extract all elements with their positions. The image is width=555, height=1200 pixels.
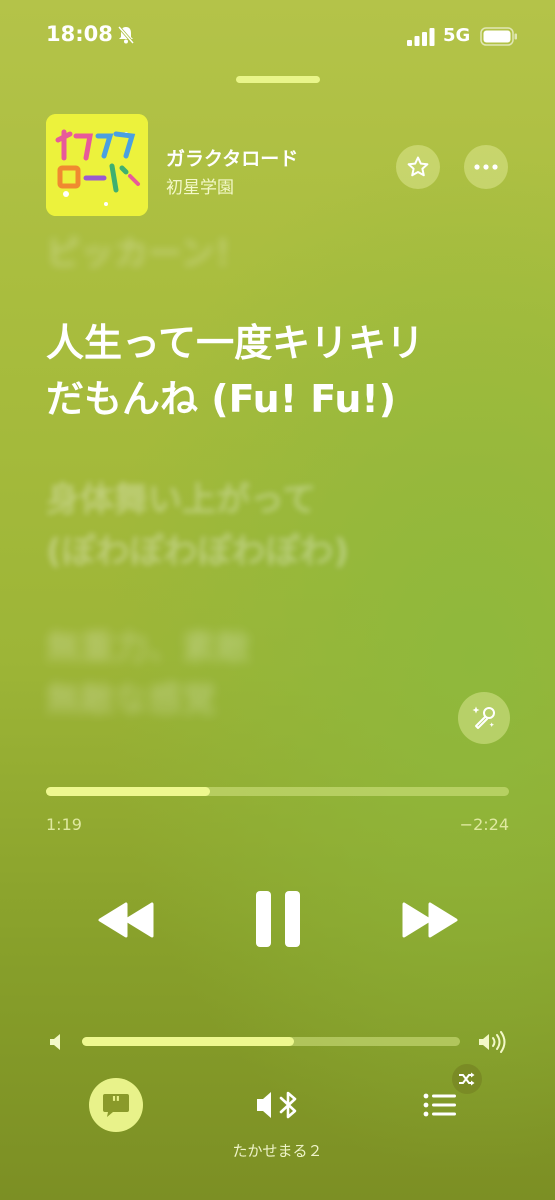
output-device-name: たかせまる２ (232, 1142, 323, 1160)
sheet-grabber[interactable] (236, 76, 320, 83)
lyric-line-current[interactable]: 人生って一度キリキリ だもんね (Fu! Fu!) (46, 315, 516, 427)
album-artwork-image (46, 114, 148, 216)
fast-forward-button[interactable] (400, 898, 460, 942)
track-artist[interactable]: 初星学園 (166, 173, 234, 198)
ellipsis-icon (474, 164, 498, 170)
svg-text:": " (111, 1093, 120, 1114)
shuffle-status-badge (452, 1064, 482, 1094)
volume-low-icon (50, 1034, 60, 1050)
lyrics-button[interactable]: " (89, 1078, 143, 1132)
lyric-line-previous[interactable]: ピッカーン！ (46, 226, 248, 275)
network-type: 5G (443, 25, 471, 46)
rewind-button[interactable] (96, 898, 156, 942)
cellular-signal-icon (407, 28, 435, 46)
lyric-upcoming-text-1: 無重力、素敵 (46, 628, 250, 668)
pause-button[interactable] (254, 889, 302, 949)
lyric-next-text-1: 身体舞い上がって (46, 480, 317, 520)
lyric-upcoming-text-2: 無敵な感覚 (46, 680, 216, 720)
lyric-current-text-2: だもんね (Fu! Fu!) (46, 377, 397, 421)
shuffle-icon (459, 1072, 475, 1086)
elapsed-time: 1:19 (46, 815, 82, 834)
album-artwork[interactable] (46, 114, 148, 216)
remaining-time: −2:24 (459, 815, 509, 834)
list-icon (423, 1093, 456, 1117)
queue-button[interactable] (422, 1090, 458, 1120)
battery-icon (480, 27, 517, 46)
forward-icon (402, 902, 458, 938)
audio-output-button[interactable] (255, 1088, 301, 1122)
playback-progress-fill (46, 787, 210, 796)
track-title[interactable]: ガラクタロード (166, 144, 298, 171)
lyric-line-next[interactable]: 身体舞い上がって (ぽわぽわぽわぽわ) (46, 474, 506, 578)
pause-icon (256, 891, 300, 947)
volume-slider-fill (82, 1037, 294, 1046)
backward-icon (98, 902, 154, 938)
more-options-button[interactable] (464, 145, 508, 189)
status-time: 18:08 (46, 22, 113, 46)
volume-high-icon (479, 1031, 506, 1053)
lyric-current-text-1: 人生って一度キリキリ (46, 321, 425, 365)
silent-mode-icon (117, 26, 135, 44)
lyric-next-text-2: (ぽわぽわぽわぽわ) (46, 532, 350, 572)
quote-bubble-icon: " (103, 1093, 129, 1117)
lyric-line-upcoming[interactable]: 無重力、素敵 無敵な感覚 (46, 622, 506, 726)
favorite-button[interactable] (396, 145, 440, 189)
microphone-sparkle-icon (472, 706, 495, 729)
star-icon (407, 156, 429, 177)
sing-along-button[interactable] (458, 692, 510, 744)
speaker-bluetooth-icon (257, 1091, 297, 1119)
